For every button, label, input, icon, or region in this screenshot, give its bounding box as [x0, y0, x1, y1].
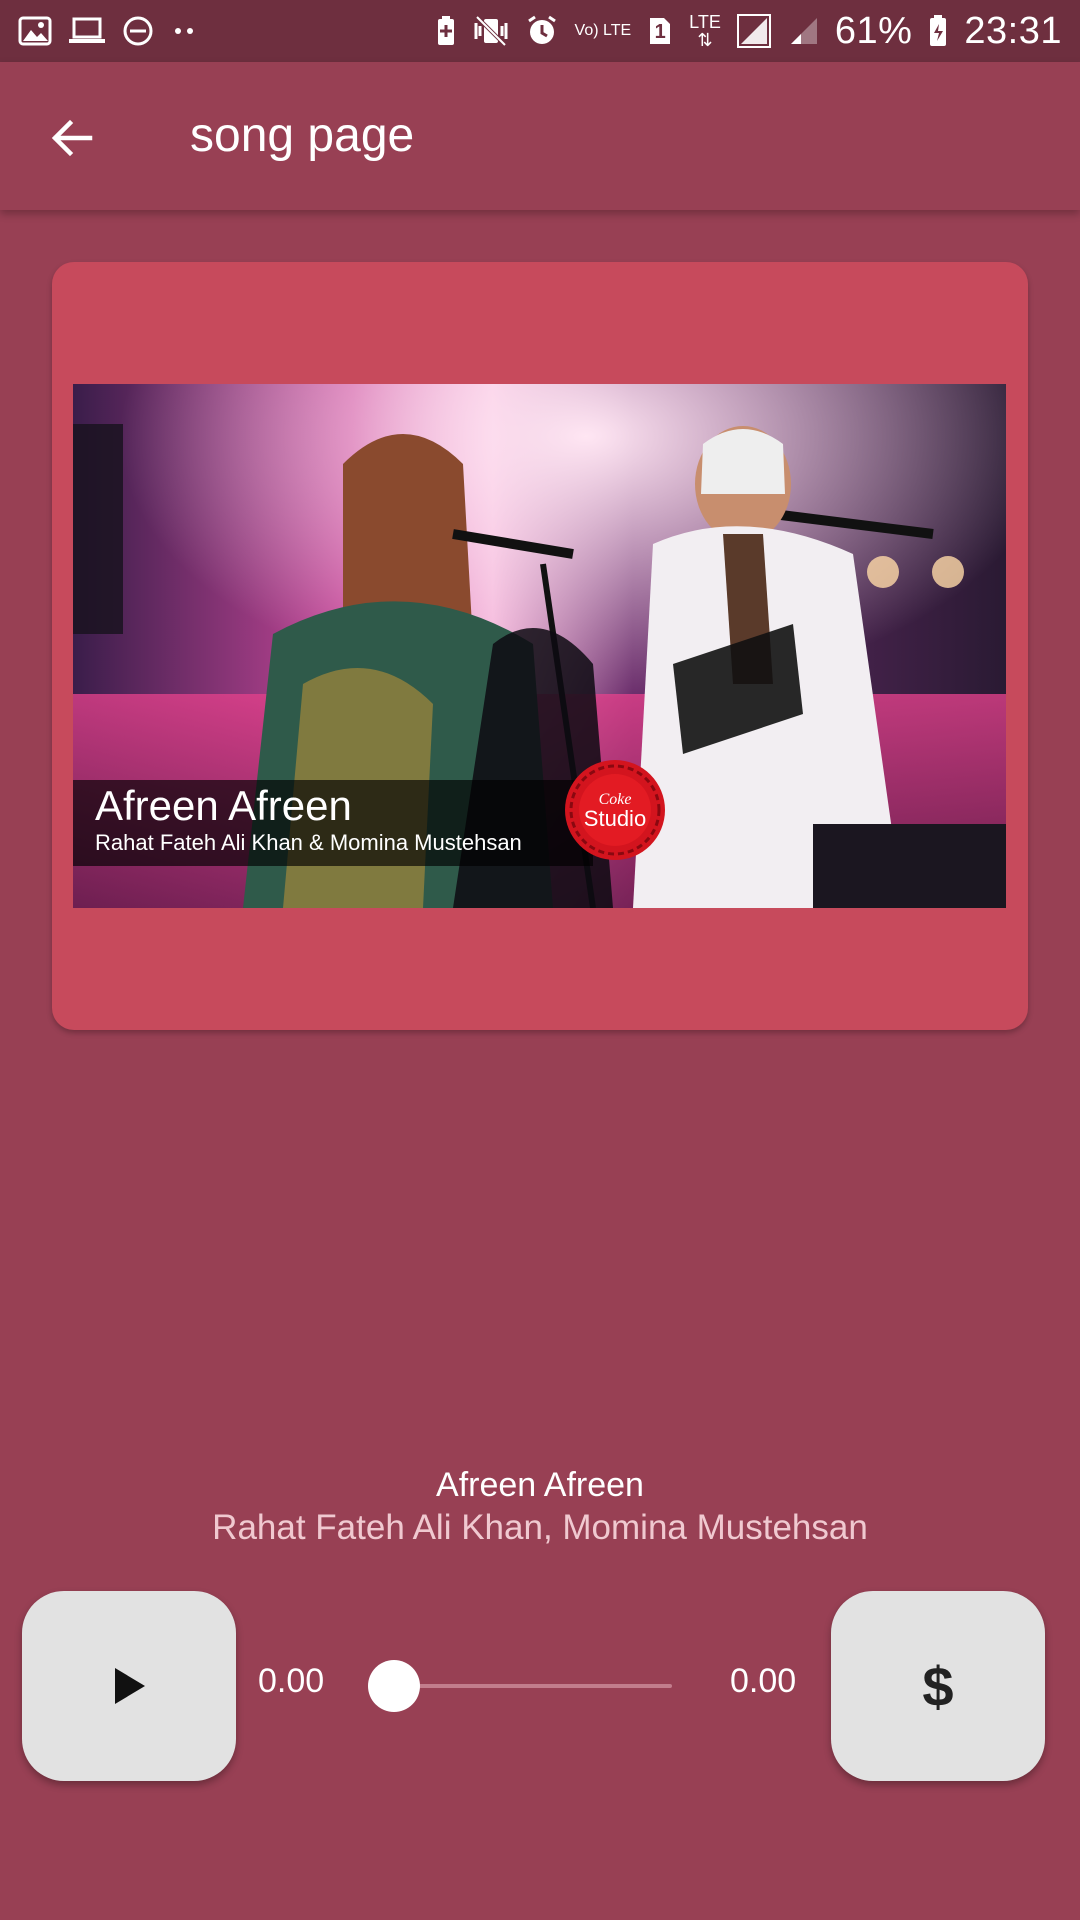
status-bar: Vo) LTE 1 LTE ⇅ 61% 23:31 — [0, 0, 1080, 62]
arrow-back-icon — [51, 119, 93, 157]
play-button[interactable] — [22, 1591, 236, 1781]
more-dots-icon — [170, 26, 198, 36]
play-icon — [115, 1668, 145, 1704]
app-bar: song page — [0, 62, 1080, 210]
image-icon — [18, 16, 52, 46]
vibrate-icon — [473, 15, 509, 47]
svg-text:Studio: Studio — [584, 806, 646, 831]
slider-thumb[interactable] — [368, 1660, 420, 1712]
album-card: Afreen Afreen Rahat Fateh Ali Khan & Mom… — [52, 262, 1028, 1030]
cover-subtitle: Rahat Fateh Ali Khan & Momina Mustehsan — [95, 830, 522, 855]
song-artists: Rahat Fateh Ali Khan, Momina Mustehsan — [212, 1508, 868, 1547]
alarm-icon — [525, 14, 559, 48]
data-arrows-icon: ⇅ — [697, 30, 713, 50]
total-time: 0.00 — [730, 1662, 797, 1700]
lte-signal-icon: LTE ⇅ — [689, 13, 721, 49]
signal-weak-icon — [789, 16, 819, 46]
song-title: Afreen Afreen — [436, 1466, 644, 1504]
volte-label: Vo) LTE — [574, 22, 632, 39]
clock-time: 23:31 — [964, 9, 1062, 52]
battery-icon — [928, 14, 948, 48]
lte-label: LTE — [689, 12, 721, 32]
battery-saver-icon — [435, 15, 457, 47]
seek-slider[interactable] — [392, 1684, 672, 1688]
battery-percent: 61% — [834, 9, 913, 52]
elapsed-time: 0.00 — [258, 1662, 325, 1700]
page-title: song page — [190, 109, 415, 162]
signal-icon — [736, 14, 773, 48]
status-left-icons — [18, 15, 198, 47]
sim-label: 1 — [654, 20, 666, 43]
slider-track — [392, 1684, 672, 1688]
cover-title: Afreen Afreen — [95, 782, 352, 829]
back-button[interactable] — [40, 106, 104, 170]
laptop-icon — [68, 17, 106, 45]
cover-caption: Afreen Afreen Rahat Fateh Ali Khan & Mom… — [73, 780, 593, 866]
coke-studio-logo: Coke Studio — [561, 756, 669, 864]
dollar-button[interactable]: $ — [831, 1591, 1045, 1781]
volte-icon: Vo) LTE — [575, 23, 632, 39]
album-cover-image: Afreen Afreen Rahat Fateh Ali Khan & Mom… — [73, 384, 1006, 908]
do-not-disturb-icon — [122, 15, 154, 47]
status-right-icons: Vo) LTE 1 LTE ⇅ 61% 23:31 — [435, 10, 1062, 53]
sim-1-icon: 1 — [647, 15, 673, 47]
dollar-label: $ — [922, 1654, 954, 1718]
